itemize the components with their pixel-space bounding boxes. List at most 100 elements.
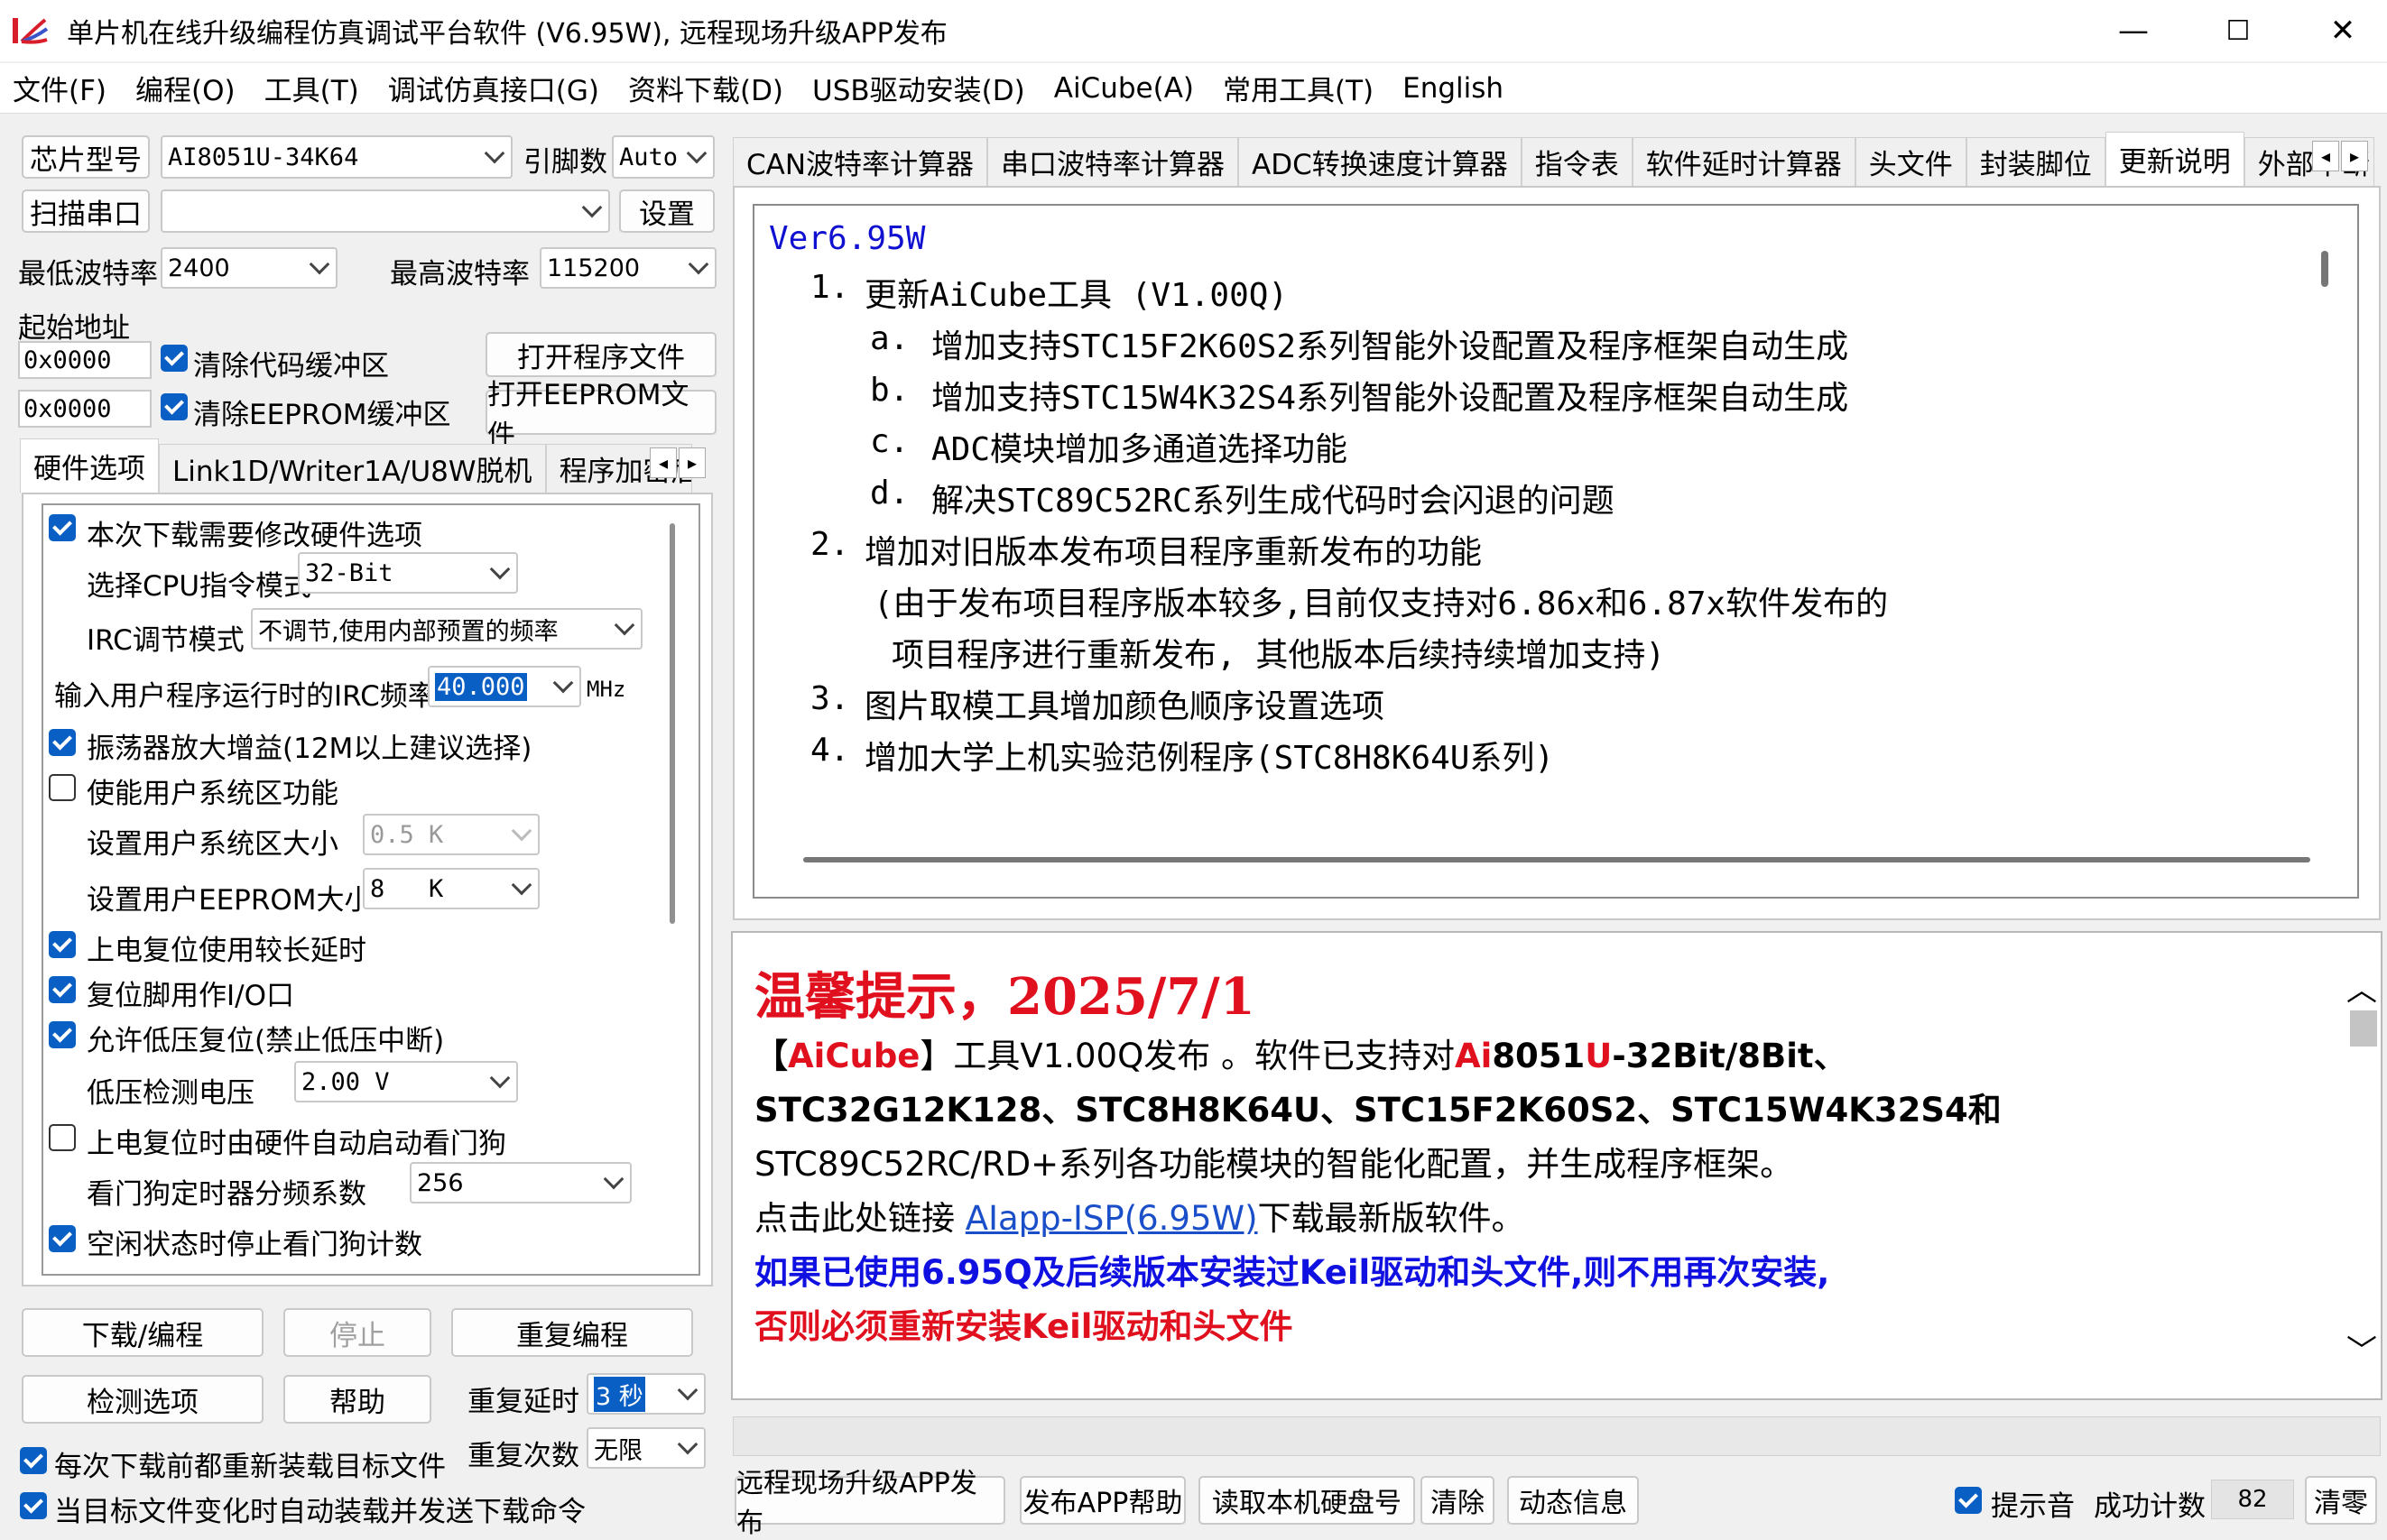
- eeprom-size-select[interactable]: 8 K: [363, 868, 540, 909]
- clear-eeprom-label: 清除EEPROM缓冲区: [193, 399, 451, 431]
- publish-app-help-button[interactable]: 发布APP帮助: [1020, 1476, 1186, 1525]
- repeat-delay-label: 重复延时: [467, 1386, 579, 1418]
- menu-debug[interactable]: 调试仿真接口(G): [388, 68, 599, 108]
- notice-scroll-up-icon[interactable]: ︿: [2346, 965, 2377, 1010]
- chip-model-button[interactable]: 芯片型号: [22, 135, 150, 179]
- repeat-delay-value: 3 秒: [594, 1376, 645, 1412]
- code-address-input[interactable]: 0x0000: [18, 341, 152, 379]
- low-voltage-reset-checkbox[interactable]: [49, 1021, 76, 1048]
- open-eeprom-file-button[interactable]: 打开EEPROM文件: [486, 379, 717, 452]
- wdt-divider-select[interactable]: 256: [410, 1162, 632, 1203]
- sound-checkbox[interactable]: [1955, 1487, 1982, 1514]
- eeprom-address-input[interactable]: 0x0000: [18, 390, 152, 428]
- reset-count-button[interactable]: 清零: [2305, 1476, 2377, 1525]
- reload-file-checkbox[interactable]: [20, 1447, 47, 1474]
- tab-uart-baud[interactable]: 串口波特率计算器: [987, 137, 1239, 186]
- long-reset-delay-checkbox[interactable]: [49, 931, 76, 958]
- serial-port-select[interactable]: [161, 189, 610, 233]
- pin-count-label: 引脚数: [523, 146, 607, 179]
- modify-hw-checkbox[interactable]: [49, 514, 76, 541]
- chevron-down-icon: [688, 254, 709, 275]
- chevron-down-icon: [552, 672, 574, 694]
- menu-common-tools[interactable]: 常用工具(T): [1223, 68, 1374, 108]
- clear-eeprom-checkbox[interactable]: [161, 393, 188, 420]
- download-link[interactable]: AIapp-ISP(6.95W): [966, 1199, 1258, 1238]
- repeat-delay-select[interactable]: 3 秒: [587, 1373, 706, 1415]
- changelog-line: ADC模块增加多通道选择功能: [931, 431, 1348, 468]
- cpu-mode-select[interactable]: 32-Bit: [298, 552, 518, 594]
- open-program-file-button[interactable]: 打开程序文件: [486, 332, 717, 377]
- low-voltage-select[interactable]: 2.00 V: [294, 1061, 518, 1102]
- scan-port-button[interactable]: 扫描串口: [22, 189, 150, 233]
- minimize-button[interactable]: —: [2081, 0, 2186, 61]
- long-reset-delay-label: 上电复位使用较长延时: [87, 935, 366, 967]
- hw-scrollbar[interactable]: [670, 523, 675, 924]
- settings-button[interactable]: 设置: [619, 189, 715, 233]
- tab-delay-calculator[interactable]: 软件延时计算器: [1632, 137, 1855, 186]
- stop-button[interactable]: 停止: [283, 1308, 431, 1357]
- tab-offline-writer[interactable]: Link1D/Writer1A/U8W脱机: [159, 444, 546, 493]
- menu-bar: 文件(F) 编程(O) 工具(T) 调试仿真接口(G) 资料下载(D) USB驱…: [0, 63, 2387, 114]
- changelog-line: 增加支持STC15W4K32S4系列智能外设配置及程序框架自动生成: [931, 380, 1849, 417]
- pin-count-select[interactable]: Auto: [612, 135, 715, 179]
- dynamic-info-button[interactable]: 动态信息: [1507, 1476, 1639, 1525]
- chevron-down-icon: [677, 1379, 699, 1401]
- wdt-auto-start-label: 上电复位时由硬件自动启动看门狗: [87, 1128, 506, 1160]
- min-baud-select[interactable]: 2400: [161, 247, 338, 289]
- max-baud-select[interactable]: 115200: [540, 247, 717, 289]
- tab-release-notes[interactable]: 更新说明: [2105, 132, 2244, 186]
- auto-send-checkbox[interactable]: [20, 1492, 47, 1519]
- menu-tools[interactable]: 工具(T): [264, 68, 359, 108]
- changelog-line: 图片取模工具增加颜色顺序设置选项: [865, 688, 1385, 725]
- tab-package-pins[interactable]: 封装脚位: [1966, 137, 2105, 186]
- osc-gain-checkbox[interactable]: [49, 729, 76, 756]
- bracket-open: 【: [754, 1037, 788, 1075]
- user-system-area-checkbox[interactable]: [49, 774, 76, 801]
- irc-mode-select[interactable]: 不调节,使用内部预置的频率: [251, 608, 643, 650]
- clear-button[interactable]: 清除: [1420, 1476, 1494, 1525]
- menu-program[interactable]: 编程(O): [135, 68, 236, 108]
- clear-code-checkbox[interactable]: [161, 345, 188, 372]
- idle-wdt-checkbox[interactable]: [49, 1225, 76, 1252]
- tab-can-baud[interactable]: CAN波特率计算器: [733, 137, 988, 186]
- user-system-size-select[interactable]: 0.5 K: [363, 814, 540, 855]
- chevron-down-icon: [581, 197, 603, 218]
- menu-aicube[interactable]: AiCube(A): [1054, 72, 1194, 105]
- cpu-mode-value: 32-Bit: [305, 558, 393, 587]
- tab-header-files[interactable]: 头文件: [1855, 137, 1966, 186]
- maximize-button[interactable]: ☐: [2186, 0, 2290, 61]
- menu-english[interactable]: English: [1402, 72, 1503, 105]
- notice-scroll-thumb[interactable]: [2350, 1010, 2377, 1047]
- reset-pin-io-checkbox[interactable]: [49, 976, 76, 1003]
- ai-brand: Ai: [1454, 1037, 1493, 1075]
- wdt-auto-start-checkbox[interactable]: [49, 1124, 76, 1151]
- wdt-divider-value: 256: [417, 1168, 464, 1197]
- release-notes-h-scrollbar[interactable]: [803, 857, 2310, 862]
- tab-scroll-right-icon[interactable]: ▸: [679, 447, 706, 478]
- tool-tab-scroll-right-icon[interactable]: ▸: [2341, 141, 2368, 171]
- changelog-number: 2.: [810, 526, 850, 563]
- menu-downloads[interactable]: 资料下载(D): [628, 68, 783, 108]
- help-button[interactable]: 帮助: [283, 1375, 431, 1424]
- repeat-count-select[interactable]: 无限: [587, 1427, 706, 1469]
- repeat-program-button[interactable]: 重复编程: [451, 1308, 693, 1357]
- irc-freq-select[interactable]: 40.000: [428, 666, 581, 707]
- menu-usb-driver[interactable]: USB驱动安装(D): [812, 68, 1025, 108]
- tool-tab-scroll-left-icon[interactable]: ◂: [2312, 141, 2339, 171]
- app-window: 单片机在线升级编程仿真调试平台软件 (V6.95W), 远程现场升级APP发布 …: [0, 0, 2387, 1539]
- tab-scroll-left-icon[interactable]: ◂: [650, 447, 677, 478]
- close-button[interactable]: ✕: [2290, 0, 2387, 61]
- download-program-button[interactable]: 下载/编程: [22, 1308, 264, 1357]
- tab-instruction-table[interactable]: 指令表: [1521, 137, 1633, 186]
- changelog-line: 解决STC89C52RC系列生成代码时会闪退的问题: [931, 483, 1614, 520]
- read-disk-id-button[interactable]: 读取本机硬盘号: [1198, 1476, 1415, 1525]
- check-options-button[interactable]: 检测选项: [22, 1375, 264, 1424]
- notice-scroll-down-icon[interactable]: ﹀: [2346, 1326, 2377, 1370]
- release-notes-v-scrollbar[interactable]: [2321, 251, 2328, 287]
- remote-upgrade-publish-button[interactable]: 远程现场升级APP发布: [735, 1468, 1005, 1539]
- chevron-down-icon: [309, 254, 330, 275]
- tab-adc-speed[interactable]: ADC转换速度计算器: [1238, 137, 1522, 186]
- menu-file[interactable]: 文件(F): [13, 68, 106, 108]
- chip-model-select[interactable]: AI8051U-34K64: [161, 135, 513, 179]
- tab-hardware-options[interactable]: 硬件选项: [20, 438, 159, 493]
